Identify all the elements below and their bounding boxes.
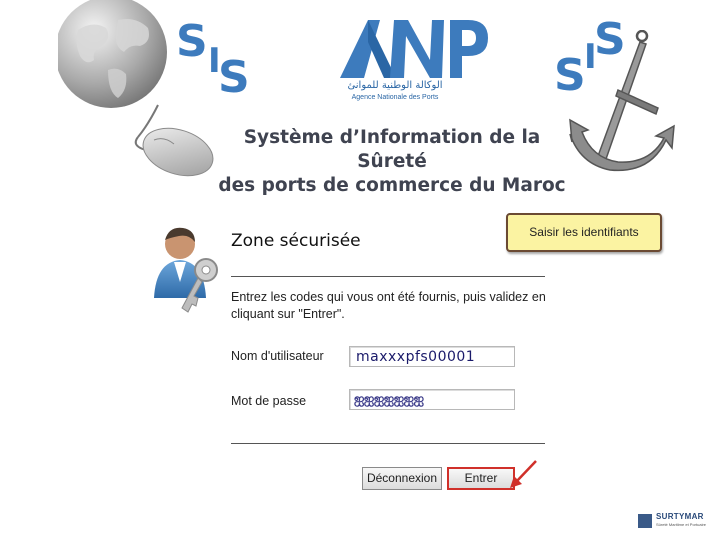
red-arrow-icon bbox=[510, 460, 537, 488]
anchor-illustration bbox=[569, 30, 675, 172]
page-title-line2: des ports de commerce du Maroc bbox=[218, 175, 566, 196]
login-instructions: Entrez les codes qui vous ont été fourni… bbox=[231, 290, 546, 321]
user-key-icon bbox=[154, 227, 218, 313]
sis-logo-left-s2: S bbox=[218, 52, 250, 103]
surtymar-logo-text: SURTYMAR bbox=[656, 512, 704, 521]
anp-arabic-name: الوكالة الوطنية للموانئ bbox=[347, 80, 443, 91]
anp-logo bbox=[340, 20, 488, 78]
surtymar-logo-subtitle: Sûreté Maritime et Portuaire bbox=[656, 522, 707, 527]
surtymar-logo-mark bbox=[638, 514, 652, 528]
divider-bottom bbox=[231, 443, 545, 444]
page-title: Système d’Information de la Sûreté des p… bbox=[214, 126, 570, 198]
surtymar-logo: SURTYMAR Sûreté Maritime et Portuaire bbox=[638, 512, 710, 532]
password-label: Mot de passe bbox=[231, 394, 307, 408]
password-value: ஐஐஐஐஐஐஐ bbox=[354, 392, 424, 407]
instruction-callout: Saisir les identifiants bbox=[506, 213, 662, 252]
password-input[interactable]: ஐஐஐஐஐஐஐ bbox=[349, 389, 515, 410]
page-title-line1: Système d’Information de la Sûreté bbox=[243, 127, 541, 172]
enter-button[interactable]: Entrer bbox=[447, 467, 515, 490]
anp-subtitle: Agence Nationale des Ports bbox=[351, 94, 439, 101]
sis-logo-left-s1: S bbox=[176, 16, 208, 67]
username-label: Nom d'utilisateur bbox=[231, 349, 324, 363]
username-input[interactable]: maxxxpfs00001 bbox=[349, 346, 515, 367]
login-zone-title: Zone sécurisée bbox=[231, 231, 361, 251]
logout-button[interactable]: Déconnexion bbox=[362, 467, 442, 490]
username-value: maxxxpfs00001 bbox=[356, 349, 476, 365]
divider-top bbox=[231, 276, 545, 277]
